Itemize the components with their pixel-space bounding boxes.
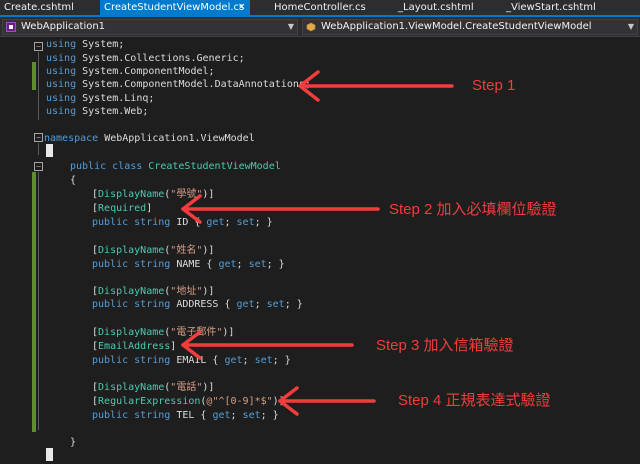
step4-label: Step 4 正規表達式驗證 (398, 392, 551, 409)
step3-arrow-icon (181, 330, 354, 360)
step1-label: Step 1 (472, 77, 516, 94)
step3-label: Step 3 加入信箱驗證 (376, 337, 514, 354)
step4-arrow-icon (278, 386, 376, 416)
step2-label: Step 2 加入必填欄位驗證 (389, 201, 557, 218)
step1-arrow-icon (298, 70, 454, 102)
step2-arrow-icon (181, 194, 380, 224)
